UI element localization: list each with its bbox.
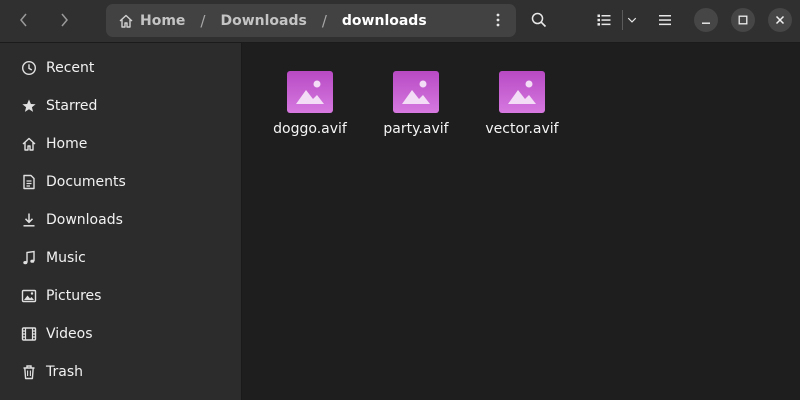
breadcrumb-downloads[interactable]: Downloads — [220, 13, 306, 29]
file-view: doggo.avif party.avif vector.avif — [243, 43, 800, 400]
breadcrumb-current[interactable]: downloads — [342, 13, 427, 29]
list-view-icon — [597, 14, 611, 26]
home-icon — [119, 14, 133, 28]
headerbar: Home / Downloads / downloads — [0, 0, 800, 43]
sidebar-item-label: Recent — [46, 60, 95, 76]
file-item[interactable]: party.avif — [363, 71, 469, 151]
back-button[interactable] — [7, 4, 41, 36]
sidebar-item-music[interactable]: Music — [12, 241, 234, 275]
document-icon — [20, 173, 38, 191]
file-name: party.avif — [383, 121, 449, 137]
view-options-button[interactable] — [623, 4, 641, 36]
view-toggle-button[interactable] — [587, 4, 621, 36]
search-button[interactable] — [522, 4, 556, 36]
download-icon — [20, 211, 38, 229]
sidebar-item-label: Starred — [46, 98, 98, 114]
vertical-dots-icon — [496, 13, 500, 27]
image-file-icon — [393, 71, 439, 113]
sidebar-item-trash[interactable]: Trash — [12, 355, 234, 389]
breadcrumb-label: Downloads — [220, 12, 307, 29]
minimize-button[interactable] — [694, 8, 718, 32]
sidebar-item-videos[interactable]: Videos — [12, 317, 234, 351]
close-button[interactable] — [768, 8, 792, 32]
file-name: vector.avif — [485, 121, 559, 137]
file-manager-window: Home / Downloads / downloads Recent Star… — [0, 0, 800, 400]
sidebar-item-label: Documents — [46, 174, 126, 190]
breadcrumb-label: downloads — [341, 12, 427, 29]
music-note-icon — [20, 249, 38, 267]
trash-icon — [20, 363, 38, 381]
path-bar[interactable]: Home / Downloads / downloads — [106, 4, 516, 37]
sidebar-item-label: Videos — [46, 326, 93, 342]
home-icon — [20, 135, 38, 153]
breadcrumb-separator: / — [321, 11, 327, 30]
maximize-icon — [738, 15, 748, 25]
minimize-icon — [702, 22, 710, 24]
sidebar-item-documents[interactable]: Documents — [12, 165, 234, 199]
breadcrumb-separator: / — [200, 11, 206, 30]
sidebar-item-label: Pictures — [46, 288, 102, 304]
chevron-left-icon — [20, 13, 27, 27]
maximize-button[interactable] — [731, 8, 755, 32]
sidebar-item-downloads[interactable]: Downloads — [12, 203, 234, 237]
sidebar-item-pictures[interactable]: Pictures — [12, 279, 234, 313]
sidebar-item-label: Downloads — [46, 212, 123, 228]
forward-button[interactable] — [47, 4, 81, 36]
sidebar: Recent Starred Home Documents Downloads — [0, 43, 242, 400]
path-menu-button[interactable] — [488, 10, 508, 30]
file-name: doggo.avif — [273, 121, 347, 137]
main-menu-button[interactable] — [648, 4, 682, 36]
breadcrumb-label: Home — [140, 12, 186, 29]
sidebar-item-label: Music — [46, 250, 86, 266]
image-file-icon — [287, 71, 333, 113]
film-icon — [20, 325, 38, 343]
file-item[interactable]: doggo.avif — [257, 71, 363, 151]
sidebar-item-label: Home — [46, 136, 88, 152]
search-icon — [531, 12, 547, 28]
clock-icon — [20, 59, 38, 77]
hamburger-menu-icon — [659, 15, 671, 26]
sidebar-item-recent[interactable]: Recent — [12, 51, 234, 85]
sidebar-item-starred[interactable]: Starred — [12, 89, 234, 123]
breadcrumb-home[interactable]: Home — [118, 13, 185, 29]
image-file-icon — [499, 71, 545, 113]
chevron-down-icon — [627, 17, 637, 23]
sidebar-item-label: Trash — [46, 364, 83, 380]
picture-icon — [20, 287, 38, 305]
sidebar-item-home[interactable]: Home — [12, 127, 234, 161]
close-icon — [775, 15, 785, 25]
chevron-right-icon — [61, 13, 68, 27]
star-icon — [20, 97, 38, 115]
file-item[interactable]: vector.avif — [469, 71, 575, 151]
